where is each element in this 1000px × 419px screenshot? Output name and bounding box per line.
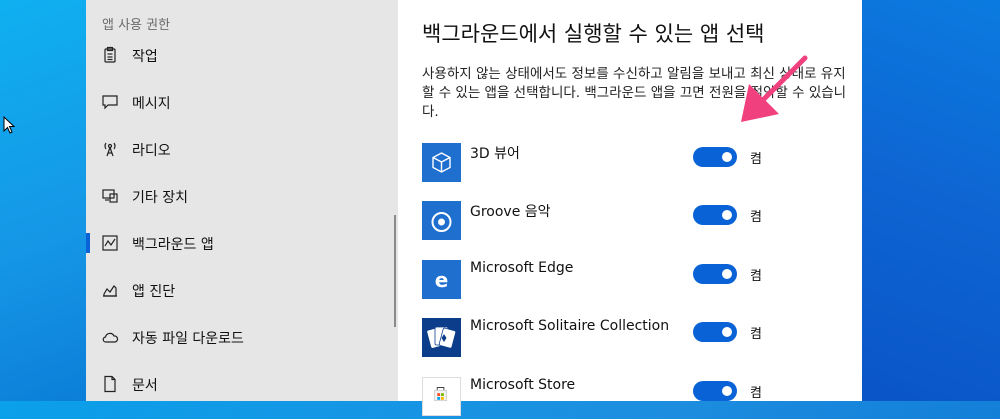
sidebar-item-other-devices[interactable]: 기타 장치 [86,173,398,219]
page-title: 백그라운드에서 실행할 수 있는 앱 선택 [422,22,765,46]
toggle-knob [722,386,732,396]
svg-text:e: e [435,268,449,292]
sidebar-item-app-diagnostics[interactable]: 앱 진단 [86,267,398,313]
background-toggle[interactable] [693,381,737,401]
toggle-knob [722,152,732,162]
sidebar-item-label: 라디오 [132,143,171,159]
sidebar-item-label: 메시지 [132,96,171,112]
app-name: Microsoft Edge [470,260,574,276]
annotation-arrow-icon [741,55,808,122]
store-bag-icon [422,377,461,416]
mouse-cursor-icon [3,116,15,134]
toggle-state-label: 켬 [750,152,762,167]
sidebar-item-label: 문서 [132,378,158,394]
devices-icon [102,189,118,203]
desktop-background-left [0,0,86,401]
settings-sidebar: 앱 사용 권한 작업 메시지 라디오 기타 장치 백그라운드 앱 앱 진단 자동… [86,0,398,401]
sidebar-scrollbar[interactable] [394,215,396,327]
app-name: 3D 뷰어 [470,146,520,162]
sidebar-item-radio[interactable]: 라디오 [86,126,398,172]
toggle-knob [722,269,732,279]
clipboard-icon [104,46,116,63]
sidebar-item-messages[interactable]: 메시지 [86,79,398,125]
app-name: Microsoft Store [470,377,576,393]
3d-cube-icon [422,143,461,182]
sidebar-item-label: 기타 장치 [132,190,188,206]
document-icon [104,375,116,393]
app-row-solitaire: Microsoft Solitaire Collection 켬 [422,318,842,358]
background-toggle[interactable] [693,264,737,284]
section-title: 앱 사용 권한 [102,18,171,33]
app-name: Microsoft Solitaire Collection [470,318,670,334]
edge-icon: e [422,260,461,299]
app-row-groove-music: Groove 음악 켬 [422,201,842,241]
sidebar-item-label: 백그라운드 앱 [132,237,214,253]
toggle-state-label: 켬 [750,386,762,401]
toggle-knob [722,210,732,220]
chat-icon [102,95,118,110]
solitaire-cards-icon [422,318,461,357]
desktop-background-right [862,0,1000,401]
app-name: Groove 음악 [470,204,551,220]
toggle-knob [722,327,732,337]
sidebar-item-background-apps[interactable]: 백그라운드 앱 [86,220,398,266]
radio-tower-icon [104,142,116,157]
toggle-state-label: 켬 [750,210,762,225]
background-toggle[interactable] [693,322,737,342]
background-toggle[interactable] [693,205,737,225]
groove-music-icon [422,201,461,240]
sidebar-item-automatic-file-downloads[interactable]: 자동 파일 다운로드 [86,314,398,360]
sidebar-item-tasks[interactable]: 작업 [86,32,398,78]
app-row-microsoft-edge: e Microsoft Edge 켬 [422,260,842,300]
toggle-state-label: 켬 [750,269,762,284]
diagnostics-icon [103,285,117,297]
toggle-state-label: 켬 [750,327,762,342]
sidebar-item-label: 작업 [132,49,158,65]
app-row-3d-viewer: 3D 뷰어 켬 [422,143,842,183]
app-row-microsoft-store: Microsoft Store 켬 [422,377,842,417]
background-apps-icon [102,235,118,251]
background-toggle[interactable] [693,147,737,167]
cloud-icon [102,332,119,343]
sidebar-item-documents[interactable]: 문서 [86,361,398,407]
sidebar-item-label: 앱 진단 [132,284,176,300]
sidebar-item-label: 자동 파일 다운로드 [132,331,244,347]
